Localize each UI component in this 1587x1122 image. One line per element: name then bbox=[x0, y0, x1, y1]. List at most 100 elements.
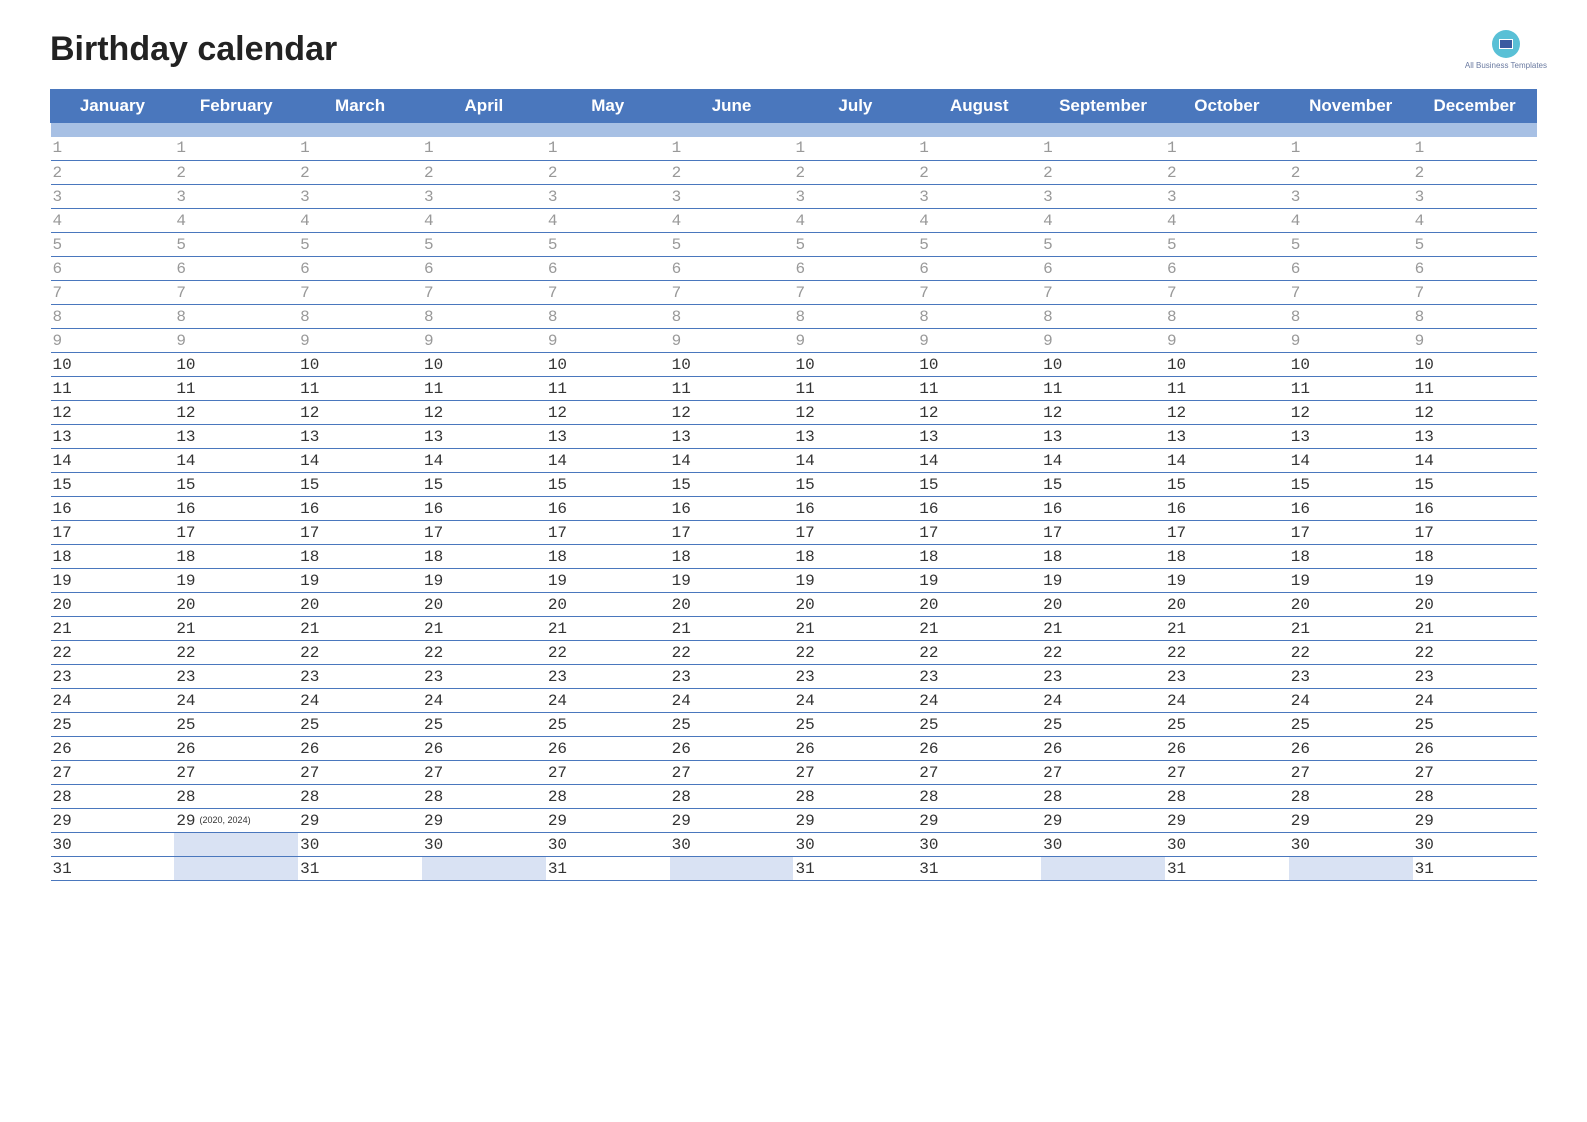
calendar-day-cell[interactable]: 22 bbox=[793, 641, 917, 665]
calendar-day-cell[interactable]: 4 bbox=[1289, 209, 1413, 233]
calendar-day-cell[interactable]: 16 bbox=[174, 497, 298, 521]
calendar-day-cell[interactable]: 15 bbox=[1413, 473, 1537, 497]
calendar-day-cell[interactable]: 27 bbox=[1413, 761, 1537, 785]
calendar-day-cell[interactable]: 9 bbox=[298, 329, 422, 353]
calendar-day-cell[interactable]: 26 bbox=[1413, 737, 1537, 761]
calendar-day-cell[interactable]: 3 bbox=[174, 185, 298, 209]
calendar-day-cell[interactable]: 26 bbox=[51, 737, 175, 761]
calendar-day-cell[interactable]: 9 bbox=[1289, 329, 1413, 353]
calendar-day-cell[interactable]: 29 bbox=[1289, 809, 1413, 833]
calendar-day-cell[interactable]: 22 bbox=[546, 641, 670, 665]
calendar-day-cell[interactable]: 7 bbox=[1413, 281, 1537, 305]
calendar-day-cell[interactable]: 4 bbox=[546, 209, 670, 233]
calendar-day-cell[interactable]: 22 bbox=[1413, 641, 1537, 665]
calendar-day-cell[interactable]: 1 bbox=[1289, 137, 1413, 161]
calendar-day-cell[interactable]: 12 bbox=[422, 401, 546, 425]
calendar-day-cell[interactable]: 29 bbox=[1165, 809, 1289, 833]
calendar-day-cell[interactable]: 6 bbox=[917, 257, 1041, 281]
calendar-day-cell[interactable] bbox=[1041, 857, 1165, 881]
calendar-day-cell[interactable]: 30 bbox=[1041, 833, 1165, 857]
calendar-day-cell[interactable]: 31 bbox=[917, 857, 1041, 881]
calendar-day-cell[interactable]: 31 bbox=[1165, 857, 1289, 881]
calendar-day-cell[interactable]: 13 bbox=[1041, 425, 1165, 449]
calendar-day-cell[interactable]: 11 bbox=[1413, 377, 1537, 401]
calendar-day-cell[interactable]: 15 bbox=[917, 473, 1041, 497]
calendar-day-cell[interactable]: 14 bbox=[51, 449, 175, 473]
calendar-day-cell[interactable]: 3 bbox=[793, 185, 917, 209]
calendar-day-cell[interactable]: 27 bbox=[917, 761, 1041, 785]
calendar-day-cell[interactable]: 24 bbox=[298, 689, 422, 713]
calendar-day-cell[interactable]: 3 bbox=[51, 185, 175, 209]
calendar-day-cell[interactable]: 4 bbox=[793, 209, 917, 233]
calendar-day-cell[interactable]: 2 bbox=[422, 161, 546, 185]
calendar-day-cell[interactable]: 14 bbox=[917, 449, 1041, 473]
calendar-day-cell[interactable]: 6 bbox=[1165, 257, 1289, 281]
calendar-day-cell[interactable]: 13 bbox=[1289, 425, 1413, 449]
calendar-day-cell[interactable]: 8 bbox=[1041, 305, 1165, 329]
calendar-day-cell[interactable]: 2 bbox=[917, 161, 1041, 185]
calendar-day-cell[interactable]: 5 bbox=[422, 233, 546, 257]
calendar-day-cell[interactable]: 10 bbox=[793, 353, 917, 377]
calendar-day-cell[interactable]: 24 bbox=[546, 689, 670, 713]
calendar-day-cell[interactable]: 31 bbox=[51, 857, 175, 881]
calendar-day-cell[interactable]: 10 bbox=[298, 353, 422, 377]
calendar-day-cell[interactable]: 12 bbox=[1413, 401, 1537, 425]
calendar-day-cell[interactable]: 17 bbox=[1165, 521, 1289, 545]
calendar-day-cell[interactable]: 12 bbox=[546, 401, 670, 425]
calendar-day-cell[interactable]: 3 bbox=[1289, 185, 1413, 209]
calendar-day-cell[interactable]: 4 bbox=[298, 209, 422, 233]
calendar-day-cell[interactable]: 19 bbox=[1165, 569, 1289, 593]
calendar-day-cell[interactable]: 25 bbox=[174, 713, 298, 737]
calendar-day-cell[interactable]: 6 bbox=[793, 257, 917, 281]
calendar-day-cell[interactable]: 20 bbox=[1413, 593, 1537, 617]
calendar-day-cell[interactable]: 14 bbox=[422, 449, 546, 473]
calendar-day-cell[interactable]: 23 bbox=[298, 665, 422, 689]
calendar-day-cell[interactable]: 14 bbox=[1289, 449, 1413, 473]
calendar-day-cell[interactable]: 11 bbox=[174, 377, 298, 401]
calendar-day-cell[interactable]: 27 bbox=[174, 761, 298, 785]
calendar-day-cell[interactable]: 7 bbox=[174, 281, 298, 305]
calendar-day-cell[interactable]: 25 bbox=[546, 713, 670, 737]
calendar-day-cell[interactable]: 22 bbox=[1165, 641, 1289, 665]
calendar-day-cell[interactable]: 15 bbox=[793, 473, 917, 497]
calendar-day-cell[interactable]: 20 bbox=[670, 593, 794, 617]
calendar-day-cell[interactable]: 19 bbox=[1413, 569, 1537, 593]
calendar-day-cell[interactable]: 9 bbox=[1413, 329, 1537, 353]
calendar-day-cell[interactable]: 26 bbox=[793, 737, 917, 761]
calendar-day-cell[interactable]: 16 bbox=[1165, 497, 1289, 521]
calendar-day-cell[interactable]: 17 bbox=[298, 521, 422, 545]
calendar-day-cell[interactable]: 20 bbox=[917, 593, 1041, 617]
calendar-day-cell[interactable]: 4 bbox=[1413, 209, 1537, 233]
calendar-day-cell[interactable]: 4 bbox=[1165, 209, 1289, 233]
calendar-day-cell[interactable]: 10 bbox=[422, 353, 546, 377]
calendar-day-cell[interactable]: 23 bbox=[917, 665, 1041, 689]
calendar-day-cell[interactable]: 29 bbox=[670, 809, 794, 833]
calendar-day-cell[interactable]: 3 bbox=[1413, 185, 1537, 209]
calendar-day-cell[interactable]: 23 bbox=[793, 665, 917, 689]
calendar-day-cell[interactable]: 6 bbox=[546, 257, 670, 281]
calendar-day-cell[interactable]: 25 bbox=[51, 713, 175, 737]
calendar-day-cell[interactable]: 17 bbox=[1041, 521, 1165, 545]
calendar-day-cell[interactable]: 17 bbox=[1289, 521, 1413, 545]
calendar-day-cell[interactable]: 1 bbox=[422, 137, 546, 161]
calendar-day-cell[interactable]: 19 bbox=[174, 569, 298, 593]
calendar-day-cell[interactable]: 5 bbox=[298, 233, 422, 257]
calendar-day-cell[interactable] bbox=[174, 857, 298, 881]
calendar-day-cell[interactable]: 15 bbox=[1165, 473, 1289, 497]
calendar-day-cell[interactable]: 9 bbox=[422, 329, 546, 353]
calendar-day-cell[interactable]: 10 bbox=[51, 353, 175, 377]
calendar-day-cell[interactable]: 12 bbox=[1041, 401, 1165, 425]
calendar-day-cell[interactable]: 14 bbox=[1413, 449, 1537, 473]
calendar-day-cell[interactable]: 3 bbox=[422, 185, 546, 209]
calendar-day-cell[interactable]: 8 bbox=[298, 305, 422, 329]
calendar-day-cell[interactable]: 29 bbox=[422, 809, 546, 833]
calendar-day-cell[interactable]: 17 bbox=[917, 521, 1041, 545]
calendar-day-cell[interactable]: 24 bbox=[174, 689, 298, 713]
calendar-day-cell[interactable]: 14 bbox=[670, 449, 794, 473]
calendar-day-cell[interactable]: 11 bbox=[51, 377, 175, 401]
calendar-day-cell[interactable]: 26 bbox=[174, 737, 298, 761]
calendar-day-cell[interactable]: 2 bbox=[1041, 161, 1165, 185]
calendar-day-cell[interactable]: 4 bbox=[670, 209, 794, 233]
calendar-day-cell[interactable]: 12 bbox=[1289, 401, 1413, 425]
calendar-day-cell[interactable]: 5 bbox=[1165, 233, 1289, 257]
